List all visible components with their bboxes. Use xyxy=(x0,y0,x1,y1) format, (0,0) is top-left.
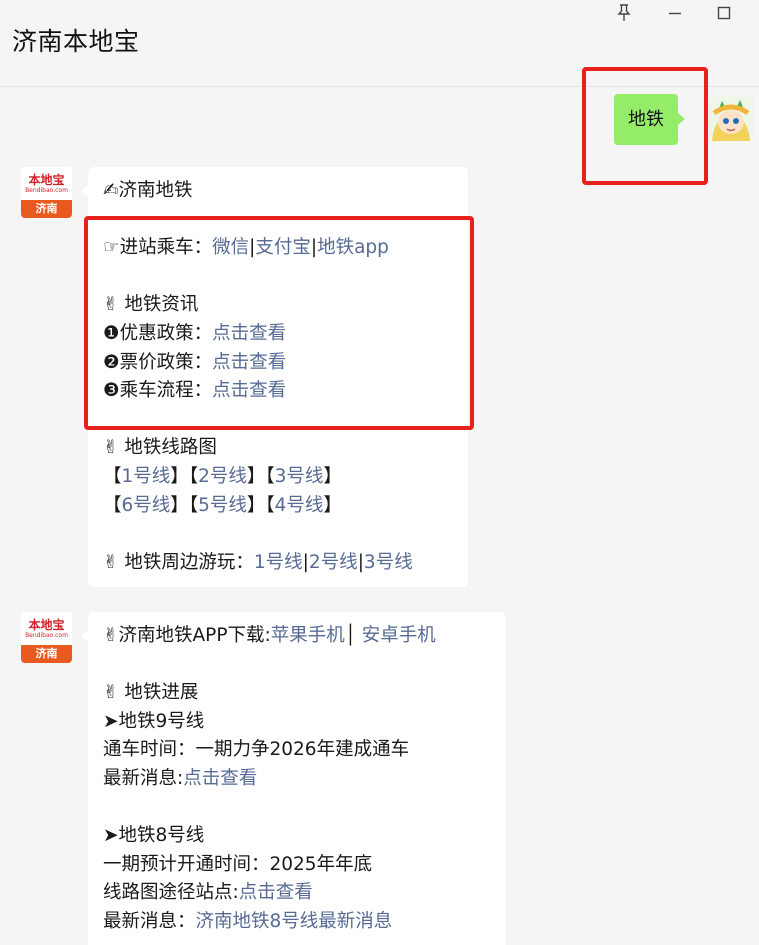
user-message-text: 地铁 xyxy=(628,109,664,130)
logo-subtext: Bendibao.com xyxy=(25,632,68,639)
sender-avatar[interactable]: 本地宝 Bendibao.com 济南 xyxy=(21,167,72,218)
logo-city: 济南 xyxy=(21,645,72,663)
news-item: ❸乘车流程：点击查看 xyxy=(103,380,287,402)
title-bar: 济南本地宝 xyxy=(0,0,759,87)
link-ios-app[interactable]: 苹果手机 xyxy=(271,625,345,646)
line8-open-time: 一期预计开通时间：2025年年底 xyxy=(103,853,373,875)
news-heading: ✌ 地铁资讯 xyxy=(103,294,199,316)
line9-heading: ➤地铁9号线 xyxy=(103,710,205,732)
link-android-app[interactable]: 安卓手机 xyxy=(362,625,436,646)
link-line-2[interactable]: 2号线 xyxy=(198,466,247,487)
line8-heading: ➤地铁8号线 xyxy=(103,825,205,847)
link-fare-policy[interactable]: 点击查看 xyxy=(212,352,286,373)
pin-icon[interactable] xyxy=(612,2,636,24)
lines-row-2: 【6号线】【5号线】【4号线】 xyxy=(103,494,342,516)
link-line9-news[interactable]: 点击查看 xyxy=(183,768,257,789)
progress-heading: ✌ 地铁进展 xyxy=(103,682,199,704)
minimize-icon[interactable] xyxy=(663,2,687,24)
sender-avatar[interactable]: 本地宝 Bendibao.com 济南 xyxy=(21,612,72,663)
link-line-3[interactable]: 3号线 xyxy=(275,466,324,487)
chat-window: 济南本地宝 地铁 本地宝 Bendibao.com 济南 ✍济南地铁 ☞进站乘车… xyxy=(0,0,759,945)
app-row: ✌济南地铁APP下载:苹果手机│ 安卓手机 xyxy=(103,625,436,646)
link-metro-app[interactable]: 地铁app xyxy=(317,237,389,258)
line9-news: 最新消息:点击查看 xyxy=(103,767,258,789)
link-tour-line-1[interactable]: 1号线 xyxy=(254,552,303,573)
link-line-6[interactable]: 6号线 xyxy=(122,495,171,516)
logo-subtext: Bendibao.com xyxy=(25,187,68,194)
message-title: ✍济南地铁 xyxy=(103,180,193,201)
news-item: ❶优惠政策：点击查看 xyxy=(103,322,287,344)
message-bubble-2: ✌济南地铁APP下载:苹果手机│ 安卓手机 ✌ 地铁进展 ➤地铁9号线 通车时间… xyxy=(81,612,506,945)
user-message-bubble[interactable]: 地铁 xyxy=(614,94,685,145)
link-wechat[interactable]: 微信 xyxy=(212,237,249,258)
line8-map: 线路图途径站点:点击查看 xyxy=(103,882,313,904)
logo-text: 本地宝 xyxy=(28,173,65,187)
message-bubble-1: ✍济南地铁 ☞进站乘车：微信|支付宝|地铁app ✌ 地铁资讯 ❶优惠政策：点击… xyxy=(81,167,468,587)
news-item: ❷票价政策：点击查看 xyxy=(103,351,287,373)
link-line-4[interactable]: 4号线 xyxy=(275,495,324,516)
map-heading: ✌ 地铁线路图 xyxy=(103,437,217,459)
entry-row: ☞进站乘车：微信|支付宝|地铁app xyxy=(103,237,389,259)
link-line8-news[interactable]: 济南地铁8号线最新消息 xyxy=(196,911,393,932)
logo-city: 济南 xyxy=(21,200,72,218)
link-line8-map[interactable]: 点击查看 xyxy=(239,882,313,903)
tour-row: ✌ 地铁周边游玩：1号线|2号线|3号线 xyxy=(103,551,413,573)
link-ride-process[interactable]: 点击查看 xyxy=(212,380,286,401)
link-line-5[interactable]: 5号线 xyxy=(198,495,247,516)
link-line-1[interactable]: 1号线 xyxy=(122,466,171,487)
lines-row-1: 【1号线】【2号线】【3号线】 xyxy=(103,465,342,487)
link-alipay[interactable]: 支付宝 xyxy=(255,237,311,258)
logo-text: 本地宝 xyxy=(28,618,65,632)
maximize-icon[interactable] xyxy=(712,2,736,24)
link-tour-line-3[interactable]: 3号线 xyxy=(364,552,413,573)
line9-open-time: 通车时间：一期力争2026年建成通车 xyxy=(103,739,410,761)
link-tour-line-2[interactable]: 2号线 xyxy=(309,552,358,573)
line8-news: 最新消息：济南地铁8号线最新消息 xyxy=(103,910,393,932)
chat-title: 济南本地宝 xyxy=(12,27,140,56)
link-discount-policy[interactable]: 点击查看 xyxy=(212,323,286,344)
user-avatar[interactable] xyxy=(708,95,754,141)
